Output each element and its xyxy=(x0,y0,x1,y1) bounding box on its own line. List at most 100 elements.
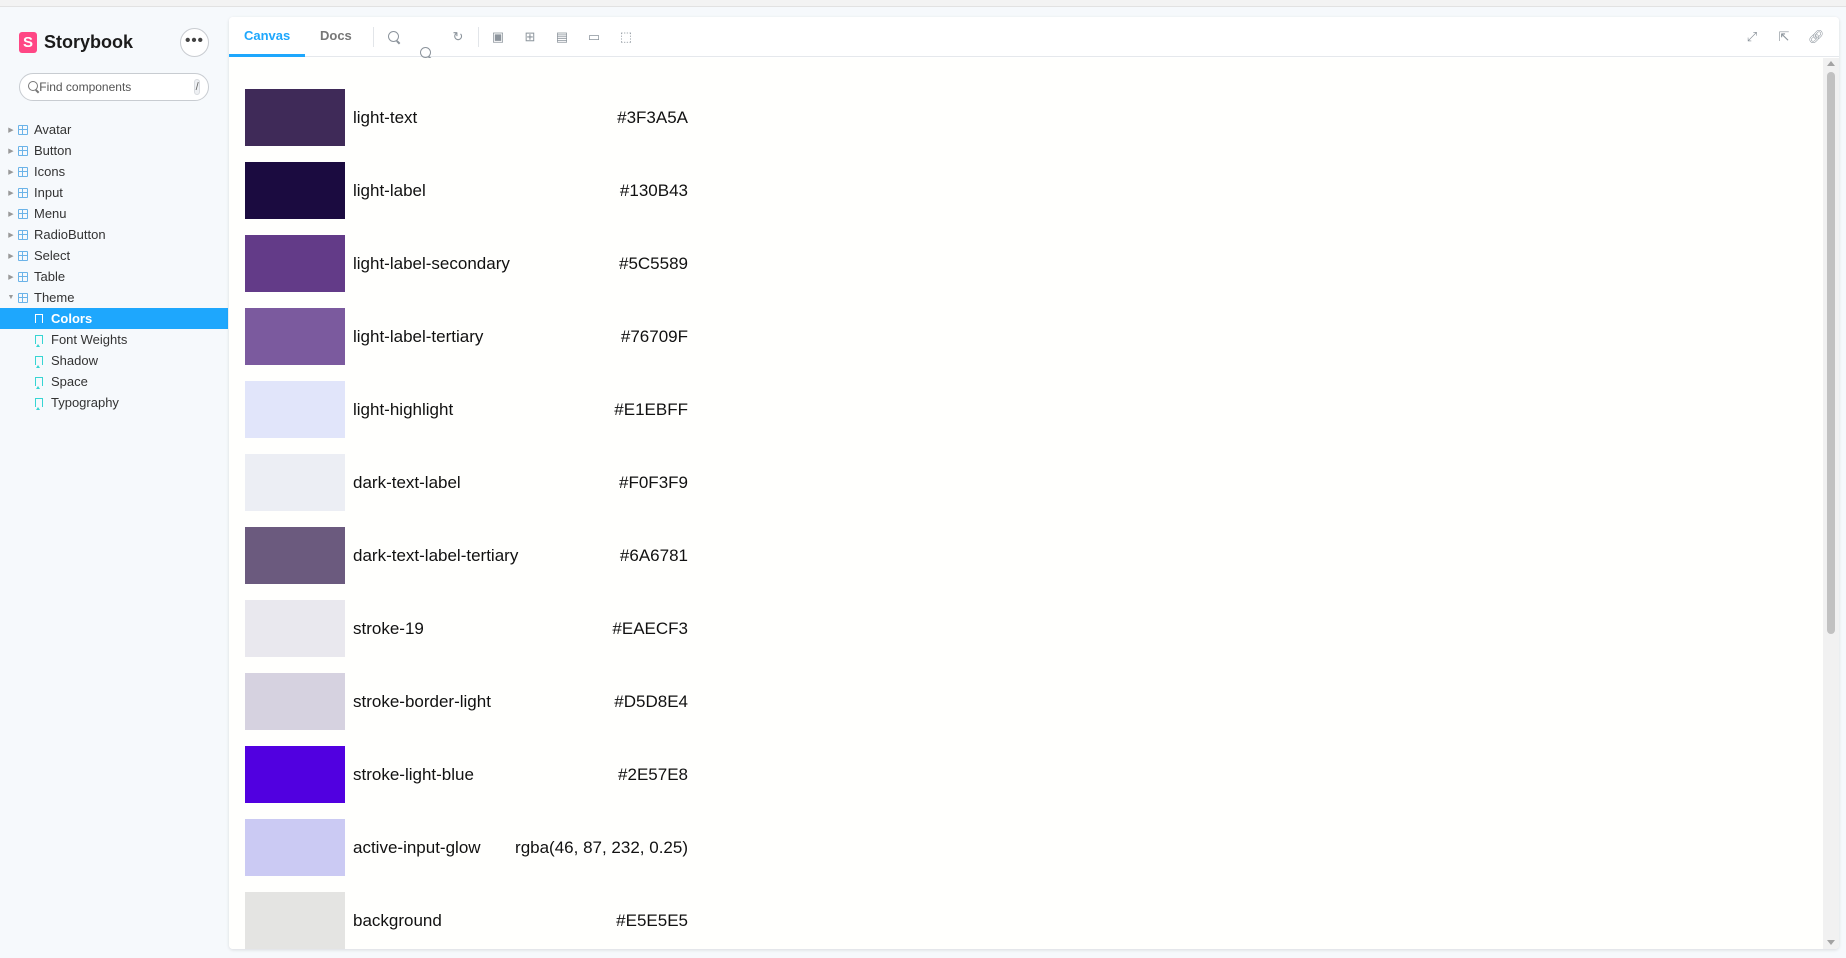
tree-item-label: Theme xyxy=(34,290,75,305)
search-icon xyxy=(28,81,39,93)
tree-item-label: Button xyxy=(34,143,72,158)
story-item-label: Typography xyxy=(51,395,119,410)
story-item-shadow[interactable]: Shadow xyxy=(0,350,228,371)
component-icon xyxy=(18,187,28,198)
color-swatch xyxy=(245,892,345,949)
scroll-up-icon[interactable] xyxy=(1827,61,1835,66)
color-name: light-label-tertiary xyxy=(353,326,484,346)
color-name: background xyxy=(353,910,442,930)
color-value: #EAECF3 xyxy=(612,618,688,638)
tree-item-theme[interactable]: ▼ Theme xyxy=(0,287,228,308)
color-row: dark-text-label-tertiary #6A6781 xyxy=(245,527,688,584)
color-value: #D5D8E4 xyxy=(614,691,688,711)
background-icon[interactable]: ▣ xyxy=(490,29,506,45)
search-box[interactable]: / xyxy=(19,73,209,101)
tree-item-avatar[interactable]: ▶ Avatar xyxy=(0,119,228,140)
chevron-right-icon: ▶ xyxy=(8,252,14,260)
bookmark-icon xyxy=(35,335,43,347)
color-swatch xyxy=(245,527,345,584)
brand[interactable]: S Storybook xyxy=(19,31,133,53)
color-swatch xyxy=(245,308,345,365)
color-name: active-input-glow xyxy=(353,837,481,857)
tab-docs[interactable]: Docs xyxy=(305,17,367,57)
story-item-colors[interactable]: Colors xyxy=(0,308,228,329)
brand-name: Storybook xyxy=(44,31,134,52)
tree-item-button[interactable]: ▶ Button xyxy=(0,140,228,161)
fullscreen-icon[interactable]: ⤢ xyxy=(1744,29,1760,45)
outline-icon[interactable]: ⬚ xyxy=(618,29,634,45)
color-swatch xyxy=(245,746,345,803)
color-swatch xyxy=(245,235,345,292)
chevron-right-icon: ▶ xyxy=(8,273,14,281)
tree-item-label: Input xyxy=(34,185,63,200)
story-item-label: Space xyxy=(51,374,88,389)
scrollbar-thumb[interactable] xyxy=(1827,72,1835,634)
story-item-label: Font Weights xyxy=(51,332,128,347)
color-name: light-text xyxy=(353,107,418,127)
canvas-scrollbar[interactable] xyxy=(1823,58,1839,949)
color-name: light-highlight xyxy=(353,399,454,419)
color-name: stroke-light-blue xyxy=(353,764,474,784)
browser-top-strip xyxy=(0,0,1846,7)
tab-canvas[interactable]: Canvas xyxy=(229,17,306,57)
sidebar-menu-button[interactable]: ••• xyxy=(180,28,209,57)
chevron-right-icon: ▶ xyxy=(8,126,14,134)
story-canvas: light-text #3F3A5A light-label #130B43 l… xyxy=(229,58,1823,949)
color-value: #6A6781 xyxy=(619,545,688,565)
zoom-in-icon[interactable] xyxy=(386,29,402,45)
bookmark-icon xyxy=(35,398,43,410)
scroll-down-icon[interactable] xyxy=(1827,940,1835,945)
toolbar: Canvas Docs ↻ ▣ ⊞ ▤ ▭ ⬚ ⤢ ⇱ 🔗︎ xyxy=(229,17,1839,58)
search-input[interactable] xyxy=(39,80,195,94)
tree-item-input[interactable]: ▶ Input xyxy=(0,182,228,203)
component-icon xyxy=(18,166,28,177)
chevron-right-icon: ▶ xyxy=(8,210,14,218)
tree-item-label: Table xyxy=(34,269,66,284)
tree-item-label: RadioButton xyxy=(34,227,106,242)
tree-item-icons[interactable]: ▶ Icons xyxy=(0,161,228,182)
color-value: #3F3A5A xyxy=(617,107,688,127)
color-value: #130B43 xyxy=(619,180,688,200)
color-row: light-highlight #E1EBFF xyxy=(245,381,688,438)
color-row: light-label-tertiary #76709F xyxy=(245,308,688,365)
component-icon xyxy=(18,208,28,219)
color-name: light-label xyxy=(353,180,426,200)
component-icon xyxy=(18,271,28,282)
color-swatch xyxy=(245,454,345,511)
color-swatch xyxy=(245,162,345,219)
open-new-tab-icon[interactable]: ⇱ xyxy=(1776,29,1792,45)
component-icon xyxy=(18,145,28,156)
tree-item-select[interactable]: ▶ Select xyxy=(0,245,228,266)
color-row: stroke-light-blue #2E57E8 xyxy=(245,746,688,803)
tree-item-menu[interactable]: ▶ Menu xyxy=(0,203,228,224)
color-name: stroke-19 xyxy=(353,618,424,638)
grid-icon[interactable]: ⊞ xyxy=(522,29,538,45)
tree-item-label: Icons xyxy=(34,164,66,179)
color-value: #E5E5E5 xyxy=(616,910,688,930)
color-swatch xyxy=(245,673,345,730)
measure-icon[interactable]: ▭ xyxy=(586,29,602,45)
color-swatch xyxy=(245,819,345,876)
color-row: active-input-glow rgba(46, 87, 232, 0.25… xyxy=(245,819,688,876)
color-value: #E1EBFF xyxy=(614,399,688,419)
color-value: #F0F3F9 xyxy=(619,472,688,492)
story-item-space[interactable]: Space xyxy=(0,371,228,392)
tree-item-table[interactable]: ▶ Table xyxy=(0,266,228,287)
color-swatch xyxy=(245,600,345,657)
storybook-logo-icon: S xyxy=(19,31,37,53)
tree-item-radiobutton[interactable]: ▶ RadioButton xyxy=(0,224,228,245)
chevron-right-icon: ▶ xyxy=(8,168,14,176)
copy-link-icon[interactable]: 🔗︎ xyxy=(1808,29,1825,45)
color-row: light-text #3F3A5A xyxy=(245,89,688,146)
color-swatch xyxy=(245,89,345,146)
toolbar-divider xyxy=(373,27,374,47)
bookmark-icon xyxy=(35,377,43,389)
story-item-font-weights[interactable]: Font Weights xyxy=(0,329,228,350)
toolbar-divider xyxy=(478,27,479,47)
component-tree: ▶ Avatar ▶ Button ▶ Icons ▶ Input ▶ Menu… xyxy=(0,119,228,413)
story-item-label: Shadow xyxy=(51,353,98,368)
story-item-typography[interactable]: Typography xyxy=(0,392,228,413)
color-value: rgba(46, 87, 232, 0.25) xyxy=(515,837,688,857)
zoom-reset-icon[interactable]: ↻ xyxy=(450,29,466,45)
viewport-icon[interactable]: ▤ xyxy=(554,29,570,45)
